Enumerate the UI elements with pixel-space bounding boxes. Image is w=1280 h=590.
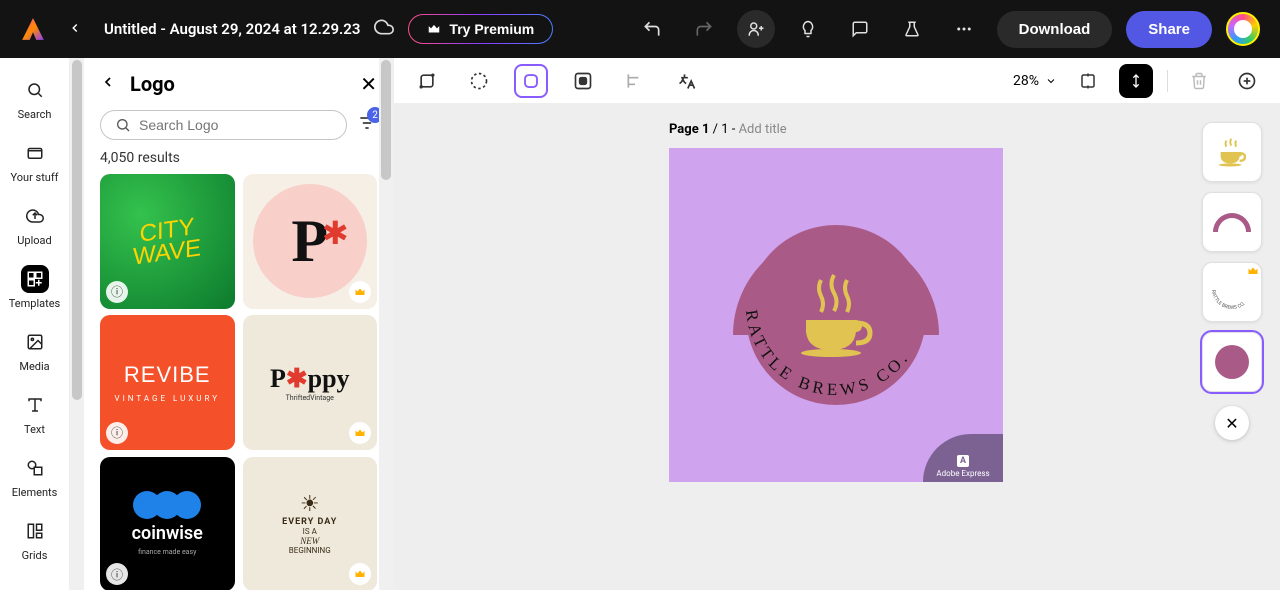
premium-badge-icon (349, 563, 371, 585)
color-wheel-icon[interactable] (462, 64, 496, 98)
redo-icon[interactable] (685, 10, 723, 48)
panel-title: Logo (130, 72, 175, 96)
artboard[interactable]: RATTLE BREWS CO. A Adobe Express (669, 148, 1003, 482)
info-icon[interactable]: ⓘ (106, 281, 128, 303)
canvas-toolbar: 28% (394, 58, 1280, 104)
premium-label: Try Premium (449, 21, 534, 37)
trash-icon[interactable] (1182, 64, 1216, 98)
close-layers-icon[interactable]: ✕ (1215, 406, 1249, 440)
rounded-rect-icon[interactable] (514, 64, 548, 98)
add-page-icon[interactable] (1230, 64, 1264, 98)
template-item[interactable]: P✱ppyThriftedVintage (243, 315, 378, 450)
templates-panel: Logo ✕ 2 4,050 results CITY WAVEⓘ P✱ REV… (84, 58, 394, 590)
app-logo[interactable] (20, 16, 46, 42)
templates-grid: CITY WAVEⓘ P✱ REVIBEVINTAGE LUXURYⓘ P✱pp… (100, 174, 377, 590)
auto-height-icon[interactable] (1119, 64, 1153, 98)
svg-text:RATTLE BREWS CO.: RATTLE BREWS CO. (1210, 290, 1247, 311)
crown-icon (427, 22, 441, 36)
square-in-square-icon[interactable] (566, 64, 600, 98)
layer-circle[interactable] (1202, 332, 1262, 392)
rail-upload[interactable]: Upload (0, 198, 69, 251)
media-icon (21, 328, 49, 356)
watermark-logo-icon: A (957, 455, 969, 467)
search-input-wrapper[interactable] (100, 110, 347, 140)
layers-panel: RATTLE BREWS CO. ✕ (1202, 122, 1262, 440)
search-icon (115, 117, 131, 133)
fit-page-icon[interactable] (1071, 64, 1105, 98)
left-rail: Search Your stuff Upload Templates Media… (0, 58, 70, 590)
page-label[interactable]: Page 1 / 1 - Add title (669, 122, 787, 137)
svg-text:RATTLE BREWS CO.: RATTLE BREWS CO. (742, 308, 913, 399)
canvas-area: 28% Page 1 / 1 - Add title (394, 58, 1280, 590)
watermark: A Adobe Express (923, 434, 1003, 482)
cloud-sync-icon[interactable] (374, 17, 394, 41)
panel-scrollbar[interactable] (379, 58, 393, 590)
chevron-down-icon (1045, 75, 1057, 87)
comment-icon[interactable] (841, 10, 879, 48)
back-arrow-icon[interactable] (60, 16, 90, 43)
results-count: 4,050 results (100, 150, 377, 166)
rail-scrollbar[interactable] (70, 58, 84, 590)
premium-badge-icon (349, 422, 371, 444)
invite-icon[interactable] (737, 10, 775, 48)
sun-icon: ☀ (300, 492, 320, 517)
asterisk-icon: ✱ (322, 214, 349, 252)
filter-button[interactable]: 2 (357, 113, 377, 137)
rail-search[interactable]: Search (0, 72, 69, 125)
template-item[interactable]: REVIBEVINTAGE LUXURYⓘ (100, 315, 235, 450)
info-icon[interactable]: ⓘ (106, 563, 128, 585)
translate-icon[interactable] (670, 64, 704, 98)
rail-grids[interactable]: Grids (0, 513, 69, 566)
folder-icon (21, 139, 49, 167)
panel-close-icon[interactable]: ✕ (360, 72, 377, 96)
download-button[interactable]: Download (997, 11, 1113, 48)
document-title[interactable]: Untitled - August 29, 2024 at 12.29.23 (104, 20, 360, 38)
text-icon (21, 391, 49, 419)
layer-cup[interactable] (1202, 122, 1262, 182)
info-icon[interactable]: ⓘ (106, 422, 128, 444)
undo-icon[interactable] (633, 10, 671, 48)
grids-icon (21, 517, 49, 545)
templates-icon (21, 265, 49, 293)
curved-text[interactable]: RATTLE BREWS CO. (721, 200, 951, 430)
template-item[interactable]: CITY WAVEⓘ (100, 174, 235, 309)
shapes-icon (21, 454, 49, 482)
template-item[interactable]: ☀EVERY DAYIS ANEWBEGINNING (243, 457, 378, 590)
search-input[interactable] (139, 117, 332, 133)
crown-icon (1247, 265, 1259, 277)
rail-text[interactable]: Text (0, 387, 69, 440)
align-left-icon[interactable] (618, 64, 652, 98)
crop-icon[interactable] (410, 64, 444, 98)
premium-badge-icon (349, 281, 371, 303)
panel-back-icon[interactable] (100, 74, 116, 94)
rail-templates[interactable]: Templates (0, 261, 69, 314)
rail-elements[interactable]: Elements (0, 450, 69, 503)
layer-arc[interactable] (1202, 192, 1262, 252)
lightbulb-icon[interactable] (789, 10, 827, 48)
share-button[interactable]: Share (1126, 11, 1212, 48)
search-icon (21, 76, 49, 104)
user-avatar[interactable] (1226, 12, 1260, 46)
try-premium-button[interactable]: Try Premium (408, 14, 553, 44)
rail-your-stuff[interactable]: Your stuff (0, 135, 69, 188)
top-bar: Untitled - August 29, 2024 at 12.29.23 T… (0, 0, 1280, 58)
zoom-control[interactable]: 28% (1013, 73, 1057, 89)
upload-icon (21, 202, 49, 230)
beaker-icon[interactable] (893, 10, 931, 48)
rail-media[interactable]: Media (0, 324, 69, 377)
template-item[interactable]: coinwisefinance made easyⓘ (100, 457, 235, 590)
template-item[interactable]: P✱ (243, 174, 378, 309)
more-icon[interactable] (945, 10, 983, 48)
layer-text[interactable]: RATTLE BREWS CO. (1202, 262, 1262, 322)
